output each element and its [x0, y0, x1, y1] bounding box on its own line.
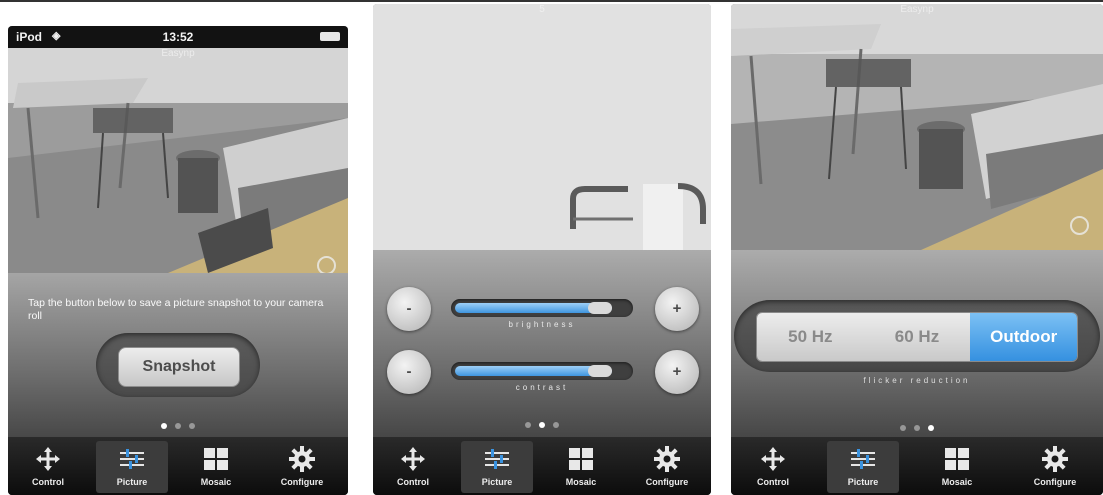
tab-label: Picture [847, 477, 879, 487]
tab-bar: Control Picture Mosaic Configure [8, 437, 348, 495]
tab-label: Control [757, 477, 789, 487]
brightness-decrease-button[interactable]: - [387, 287, 431, 331]
tab-control[interactable]: Control [12, 441, 84, 493]
screenshot-flicker-screen: Easynp 50 Hz 60 Hz Outdoor flicker reduc… [731, 4, 1103, 495]
camera-title: Easynp [900, 4, 934, 15]
flicker-option-50hz[interactable]: 50 Hz [757, 313, 864, 361]
tab-control[interactable]: Control [737, 441, 809, 493]
page-dot-1[interactable] [161, 423, 167, 429]
page-indicator[interactable] [731, 418, 1103, 436]
tab-control[interactable]: Control [377, 441, 449, 493]
tab-configure[interactable]: Configure [266, 441, 338, 493]
tab-configure[interactable]: Configure [1019, 441, 1091, 493]
brightness-slider[interactable] [451, 299, 633, 317]
brightness-slider-thumb[interactable] [588, 302, 612, 314]
rotate-icon[interactable] [317, 256, 336, 273]
tab-mosaic[interactable]: Mosaic [921, 441, 993, 493]
tab-mosaic[interactable]: Mosaic [545, 441, 617, 493]
page-dot-2[interactable] [175, 423, 181, 429]
page-dot-2[interactable] [914, 425, 920, 431]
snapshot-button[interactable]: Snapshot [118, 347, 240, 387]
contrast-control: - contrast + [381, 350, 703, 396]
rotate-icon[interactable] [1070, 216, 1089, 235]
contrast-slider[interactable] [451, 362, 633, 380]
brightness-label: brightness [508, 320, 576, 329]
grid-icon [921, 445, 993, 473]
tab-bar: Control Picture Mosaic Configure [731, 437, 1103, 495]
gear-icon [631, 445, 703, 473]
move-arrows-icon [377, 445, 449, 473]
flicker-option-outdoor[interactable]: Outdoor [970, 313, 1077, 361]
contrast-increase-button[interactable]: + [655, 350, 699, 394]
camera-view[interactable]: Easynp [731, 4, 1103, 250]
grid-icon [180, 445, 252, 473]
contrast-slider-thumb[interactable] [588, 365, 612, 377]
tab-label: Configure [1033, 477, 1077, 487]
tab-picture[interactable]: Picture [461, 441, 533, 493]
clock: 13:52 [162, 30, 194, 44]
flicker-segmented-control[interactable]: 50 Hz 60 Hz Outdoor [756, 312, 1078, 362]
contrast-decrease-button[interactable]: - [387, 350, 431, 394]
screenshot-picture-adjust-screen: 5 - brightness + - contrast + Control Pi… [373, 4, 711, 495]
screenshot-snapshot-screen: iPod ◈ 13:52 Easynp Tap the button below… [8, 26, 348, 495]
snapshot-hint: Tap the button below to save a picture s… [28, 297, 324, 322]
tab-label: Mosaic [565, 477, 597, 487]
brightness-control: - brightness + [381, 287, 703, 333]
tab-picture[interactable]: Picture [96, 441, 168, 493]
flicker-option-60hz[interactable]: 60 Hz [863, 313, 971, 361]
grid-icon [545, 445, 617, 473]
gear-icon [266, 445, 338, 473]
page-indicator[interactable] [8, 416, 348, 434]
page-indicator[interactable] [373, 415, 711, 433]
page-dot-3[interactable] [189, 423, 195, 429]
tab-label: Mosaic [200, 477, 232, 487]
page-dot-2[interactable] [539, 422, 545, 428]
page-dot-1[interactable] [525, 422, 531, 428]
tab-label: Picture [116, 477, 148, 487]
page-dot-3[interactable] [928, 425, 934, 431]
battery-icon [320, 32, 340, 41]
top-rule [0, 0, 1103, 2]
move-arrows-icon [737, 445, 809, 473]
camera-view[interactable]: Easynp [8, 48, 348, 273]
sliders-icon [827, 445, 899, 473]
page-dot-3[interactable] [553, 422, 559, 428]
flicker-well: 50 Hz 60 Hz Outdoor [734, 300, 1100, 372]
tab-label: Control [32, 477, 64, 487]
contrast-label: contrast [515, 383, 569, 392]
brightness-increase-button[interactable]: + [655, 287, 699, 331]
camera-view[interactable]: 5 [373, 4, 711, 250]
camera-feed-image [8, 48, 348, 273]
camera-title: 5 [539, 4, 545, 15]
tab-label: Mosaic [941, 477, 973, 487]
tab-label: Control [397, 477, 429, 487]
tab-configure[interactable]: Configure [631, 441, 703, 493]
tab-label: Configure [280, 477, 324, 487]
camera-title: Easynp [161, 48, 195, 59]
gear-icon [1019, 445, 1091, 473]
tab-bar: Control Picture Mosaic Configure [373, 437, 711, 495]
status-bar: iPod ◈ 13:52 [8, 26, 348, 48]
tab-label: Picture [481, 477, 513, 487]
snapshot-well: Snapshot [96, 333, 260, 397]
sliders-icon [96, 445, 168, 473]
tab-mosaic[interactable]: Mosaic [180, 441, 252, 493]
sliders-icon [461, 445, 533, 473]
page-dot-1[interactable] [900, 425, 906, 431]
tab-picture[interactable]: Picture [827, 441, 899, 493]
flicker-caption: flicker reduction [863, 376, 971, 385]
tab-label: Configure [645, 477, 689, 487]
move-arrows-icon [12, 445, 84, 473]
camera-feed-image [731, 4, 1103, 250]
camera-feed-image [373, 4, 711, 250]
